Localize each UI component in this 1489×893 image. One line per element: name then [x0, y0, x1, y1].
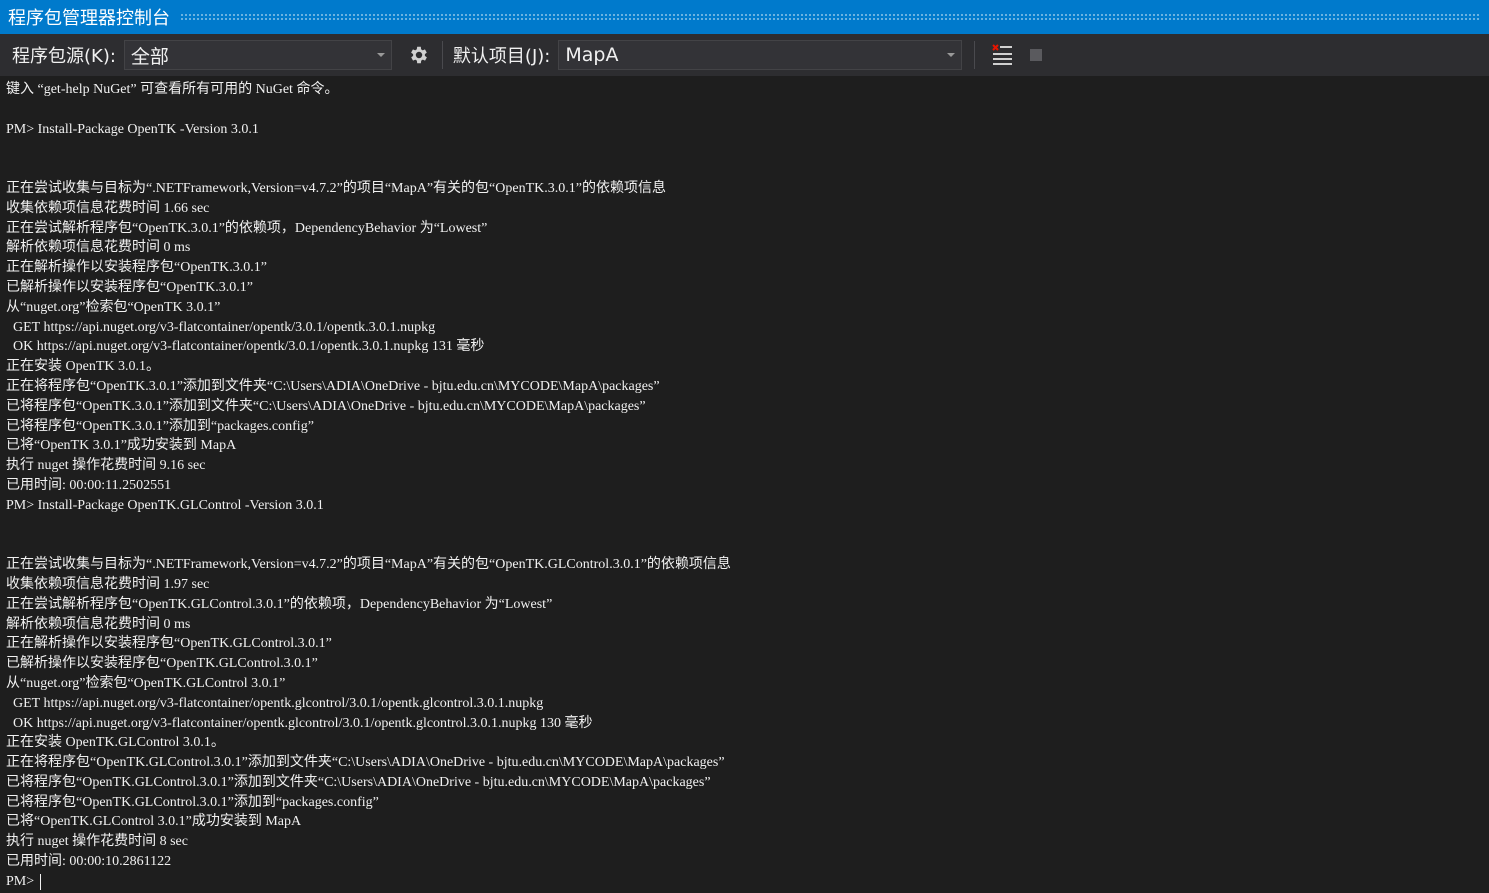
console-line: 正在将程序包“OpenTK.GLControl.3.0.1”添加到文件夹“C:\…: [6, 755, 725, 771]
toolbar-separator: [441, 41, 443, 69]
console-line: 已将程序包“OpenTK.GLControl.3.0.1”添加到“package…: [6, 794, 379, 810]
console-line: 从“nuget.org”检索包“OpenTK 3.0.1”: [6, 299, 221, 315]
console-line: 已解析操作以安装程序包“OpenTK.GLControl.3.0.1”: [6, 656, 318, 672]
console-line: 正在将程序包“OpenTK.3.0.1”添加到文件夹“C:\Users\ADIA…: [6, 378, 660, 394]
console-line: GET https://api.nuget.org/v3-flatcontain…: [6, 319, 436, 335]
console-line: 正在解析操作以安装程序包“OpenTK.3.0.1”: [6, 260, 267, 276]
console-line: 已将程序包“OpenTK.3.0.1”添加到文件夹“C:\Users\ADIA\…: [6, 398, 646, 414]
text-caret: [39, 873, 41, 890]
default-project-label: 默认项目(J):: [452, 46, 551, 67]
console-line: PM> Install-Package OpenTK.GLControl -Ve…: [6, 497, 324, 513]
chevron-down-icon: [947, 53, 956, 57]
console-line: 收集依赖项信息花费时间 1.97 sec: [6, 576, 210, 592]
console-toolbar: 程序包源(K): 全部 默认项目(J): MapA: [0, 34, 1489, 76]
clear-console-button[interactable]: [989, 42, 1015, 68]
package-source-label: 程序包源(K):: [12, 46, 116, 67]
package-source-value: 全部: [130, 45, 169, 68]
console-line: 执行 nuget 操作花费时间 8 sec: [6, 834, 188, 850]
default-project-value: MapA: [565, 44, 619, 66]
default-project-dropdown[interactable]: MapA: [558, 40, 963, 70]
console-line: OK https://api.nuget.org/v3-flatcontaine…: [6, 715, 593, 731]
console-prompt-line[interactable]: PM>: [6, 872, 1489, 892]
console-line: 正在尝试收集与目标为“.NETFramework,Version=v4.7.2”…: [6, 180, 666, 196]
console-line: 已将“OpenTK 3.0.1”成功安装到 MapA: [6, 438, 237, 454]
console-prompt: PM>: [6, 873, 38, 889]
console-line: GET https://api.nuget.org/v3-flatcontain…: [6, 695, 544, 711]
console-line: 收集依赖项信息花费时间 1.66 sec: [6, 200, 210, 216]
package-manager-console-window: 程序包管理器控制台 程序包源(K): 全部 默认项目(J): MapA 键入 “…: [0, 0, 1489, 893]
chevron-down-icon: [376, 53, 385, 57]
gear-icon: [411, 46, 427, 64]
console-line: PM> Install-Package OpenTK -Version 3.0.…: [6, 121, 259, 137]
console-line: 正在尝试收集与目标为“.NETFramework,Version=v4.7.2”…: [6, 557, 731, 573]
console-line: 已解析操作以安装程序包“OpenTK.3.0.1”: [6, 279, 253, 295]
clear-console-icon: [992, 44, 1013, 65]
window-title: 程序包管理器控制台: [8, 8, 170, 29]
console-line: 已将程序包“OpenTK.3.0.1”添加到“packages.config”: [6, 418, 314, 434]
title-bar[interactable]: 程序包管理器控制台: [0, 0, 1489, 34]
console-line: 解析依赖项信息花费时间 0 ms: [6, 240, 191, 256]
settings-button[interactable]: [406, 42, 432, 68]
console-line: 从“nuget.org”检索包“OpenTK.GLControl 3.0.1”: [6, 675, 286, 691]
console-line: 正在解析操作以安装程序包“OpenTK.GLControl.3.0.1”: [6, 636, 332, 652]
console-line: 执行 nuget 操作花费时间 9.16 sec: [6, 458, 206, 474]
console-line: 已将程序包“OpenTK.GLControl.3.0.1”添加到文件夹“C:\U…: [6, 774, 711, 790]
package-source-dropdown[interactable]: 全部: [123, 40, 392, 70]
console-line: 正在安装 OpenTK 3.0.1。: [6, 359, 160, 375]
console-line: OK https://api.nuget.org/v3-flatcontaine…: [6, 339, 485, 355]
title-grip: [180, 13, 1481, 21]
console-line: 已用时间: 00:00:11.2502551: [6, 477, 172, 493]
toolbar-separator: [974, 41, 976, 69]
console-line: 已用时间: 00:00:10.2861122: [6, 854, 172, 870]
console-line: 已将“OpenTK.GLControl 3.0.1”成功安装到 MapA: [6, 814, 302, 830]
console-line: 解析依赖项信息花费时间 0 ms: [6, 616, 191, 632]
stop-button[interactable]: [1023, 42, 1049, 68]
console-line: 正在尝试解析程序包“OpenTK.3.0.1”的依赖项，DependencyBe…: [6, 220, 488, 236]
console-line: 正在安装 OpenTK.GLControl 3.0.1。: [6, 735, 225, 751]
console-line: 键入 “get-help NuGet” 可查看所有可用的 NuGet 命令。: [6, 82, 339, 97]
console-output[interactable]: 键入 “get-help NuGet” 可查看所有可用的 NuGet 命令。 PM…: [0, 76, 1489, 893]
stop-icon: [1030, 49, 1043, 61]
console-line: 正在尝试解析程序包“OpenTK.GLControl.3.0.1”的依赖项，De…: [6, 596, 553, 612]
console-lines: 键入 “get-help NuGet” 可查看所有可用的 NuGet 命令。 PM…: [6, 80, 1489, 872]
